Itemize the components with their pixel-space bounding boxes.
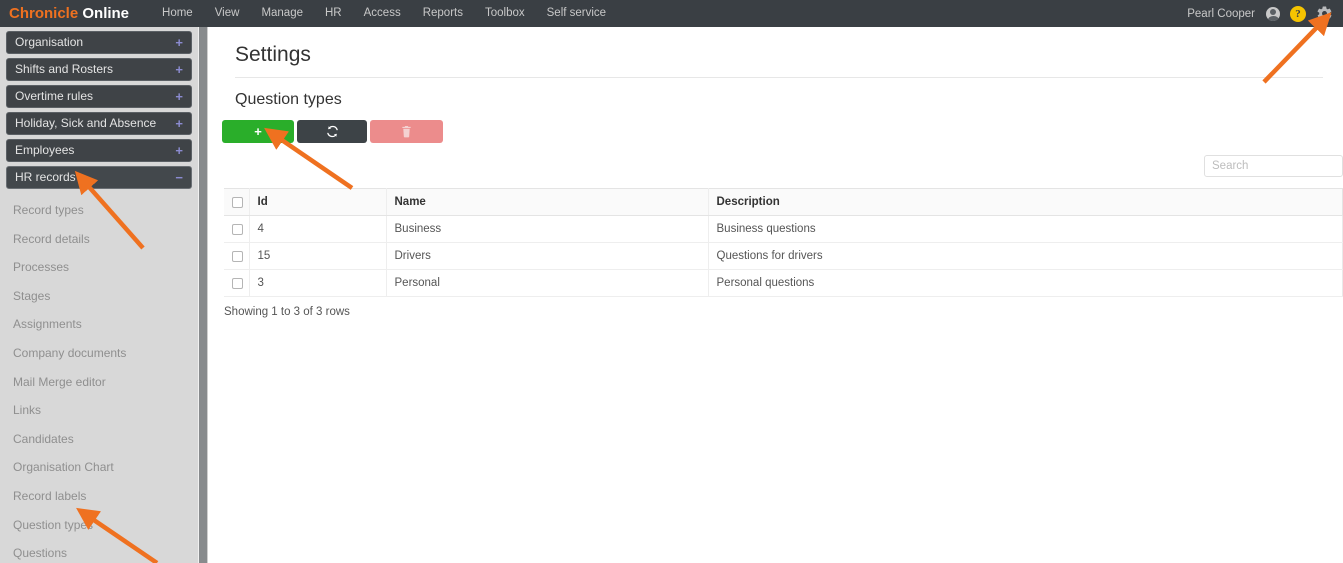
question-types-table: Id Name Description 4 Business Business … — [224, 188, 1343, 297]
main-content: Settings Question types + Search Id Name… — [208, 27, 1343, 563]
sidebar-item-label: Employees — [15, 143, 75, 157]
sidebar-item-hr-records[interactable]: HR records − — [6, 166, 192, 189]
cell-description: Questions for drivers — [708, 242, 1343, 270]
sidebar-item-holiday-sick-and-absence[interactable]: Holiday, Sick and Absence + — [6, 112, 192, 135]
current-user-name: Pearl Cooper — [1187, 7, 1255, 20]
row-count-label: Showing 1 to 3 of 3 rows — [224, 306, 350, 318]
nav-link-hr[interactable]: HR — [314, 0, 353, 27]
table-toolbar: + — [222, 120, 1343, 143]
plus-icon[interactable]: + — [175, 140, 183, 161]
refresh-button[interactable] — [297, 120, 367, 143]
refresh-icon — [326, 125, 339, 138]
user-avatar-icon[interactable] — [1266, 6, 1280, 21]
plus-icon[interactable]: + — [175, 59, 183, 80]
cell-id: 4 — [249, 215, 387, 243]
sidebar-item-label: HR records — [15, 170, 76, 184]
row-checkbox[interactable] — [232, 250, 243, 262]
sidebar-item-record-types[interactable]: Record types — [0, 196, 198, 225]
cell-name: Drivers — [386, 242, 709, 270]
help-question-icon[interactable]: ? — [1290, 5, 1306, 22]
sidebar-item-assignments[interactable]: Assignments — [0, 310, 198, 339]
nav-right-cluster: Pearl Cooper ? — [1187, 0, 1343, 27]
sidebar-item-employees[interactable]: Employees + — [6, 139, 192, 162]
row-select-cell — [224, 215, 250, 243]
cell-id: 15 — [249, 242, 387, 270]
sidebar-item-organisation[interactable]: Organisation + — [6, 31, 192, 54]
column-header-id[interactable]: Id — [249, 188, 387, 216]
sidebar-item-company-documents[interactable]: Company documents — [0, 339, 198, 368]
top-navigation-bar: Chronicle Online Home View Manage HR Acc… — [0, 0, 1343, 27]
brand-logo[interactable]: Chronicle Online — [9, 6, 129, 21]
search-row — [208, 155, 1343, 177]
row-checkbox[interactable] — [232, 223, 243, 235]
sidebar: Organisation + Shifts and Rosters + Over… — [0, 27, 198, 563]
nav-link-view[interactable]: View — [204, 0, 251, 27]
trash-icon — [401, 125, 412, 138]
search-input[interactable] — [1204, 155, 1343, 177]
plus-icon: + — [254, 124, 262, 139]
sidebar-item-processes[interactable]: Processes — [0, 253, 198, 282]
plus-icon[interactable]: + — [175, 86, 183, 107]
delete-button[interactable] — [370, 120, 443, 143]
minus-icon[interactable]: − — [175, 167, 183, 188]
row-checkbox[interactable] — [232, 277, 243, 289]
plus-icon[interactable]: + — [175, 32, 183, 53]
sidebar-item-links[interactable]: Links — [0, 396, 198, 425]
sidebar-item-label: Holiday, Sick and Absence — [15, 116, 157, 130]
cell-description: Personal questions — [708, 269, 1343, 297]
add-button[interactable]: + — [222, 120, 294, 143]
section-title: Question types — [235, 91, 342, 108]
sidebar-divider — [207, 27, 208, 563]
select-all-header — [224, 188, 250, 216]
brand-logo-second: Online — [82, 5, 130, 22]
column-header-name[interactable]: Name — [386, 188, 709, 216]
sidebar-item-record-labels[interactable]: Record labels — [0, 482, 198, 511]
sidebar-item-stages[interactable]: Stages — [0, 282, 198, 311]
nav-link-home[interactable]: Home — [151, 0, 204, 27]
cell-description: Business questions — [708, 215, 1343, 243]
gear-icon[interactable] — [1316, 5, 1333, 22]
sidebar-item-mail-merge-editor[interactable]: Mail Merge editor — [0, 368, 198, 397]
sidebar-scrollbar[interactable] — [198, 27, 207, 563]
sidebar-item-overtime-rules[interactable]: Overtime rules + — [6, 85, 192, 108]
cell-name: Business — [386, 215, 709, 243]
table-row[interactable]: 3 Personal Personal questions — [224, 269, 1343, 297]
select-all-checkbox[interactable] — [232, 196, 243, 208]
sidebar-item-organisation-chart[interactable]: Organisation Chart — [0, 453, 198, 482]
title-divider — [235, 77, 1323, 78]
sidebar-item-label: Overtime rules — [15, 89, 94, 103]
nav-link-manage[interactable]: Manage — [250, 0, 314, 27]
sidebar-item-shifts-and-rosters[interactable]: Shifts and Rosters + — [6, 58, 192, 81]
row-select-cell — [224, 269, 250, 297]
sidebar-item-label: Shifts and Rosters — [15, 62, 114, 76]
help-glyph: ? — [1290, 5, 1306, 22]
sidebar-item-questions[interactable]: Questions — [0, 539, 198, 563]
nav-link-toolbox[interactable]: Toolbox — [474, 0, 536, 27]
cell-id: 3 — [249, 269, 387, 297]
table-row[interactable]: 4 Business Business questions — [224, 215, 1343, 243]
table-header-row: Id Name Description — [224, 188, 1343, 216]
sidebar-item-label: Organisation — [15, 35, 84, 49]
plus-icon[interactable]: + — [175, 113, 183, 134]
column-header-description[interactable]: Description — [708, 188, 1343, 216]
brand-logo-first: Chronicle — [9, 5, 79, 22]
nav-link-reports[interactable]: Reports — [412, 0, 474, 27]
sidebar-sub-item-list: Record types Record details Processes St… — [0, 196, 198, 563]
cell-name: Personal — [386, 269, 709, 297]
nav-link-self-service[interactable]: Self service — [536, 0, 617, 27]
page-title: Settings — [235, 43, 311, 66]
table-row[interactable]: 15 Drivers Questions for drivers — [224, 242, 1343, 270]
nav-link-access[interactable]: Access — [353, 0, 412, 27]
sidebar-item-candidates[interactable]: Candidates — [0, 425, 198, 454]
sidebar-group-list: Organisation + Shifts and Rosters + Over… — [0, 27, 198, 189]
sidebar-item-record-details[interactable]: Record details — [0, 225, 198, 254]
sidebar-item-question-types[interactable]: Question types — [0, 511, 198, 540]
row-select-cell — [224, 242, 250, 270]
sidebar-scrollbar-thumb[interactable] — [199, 27, 207, 563]
